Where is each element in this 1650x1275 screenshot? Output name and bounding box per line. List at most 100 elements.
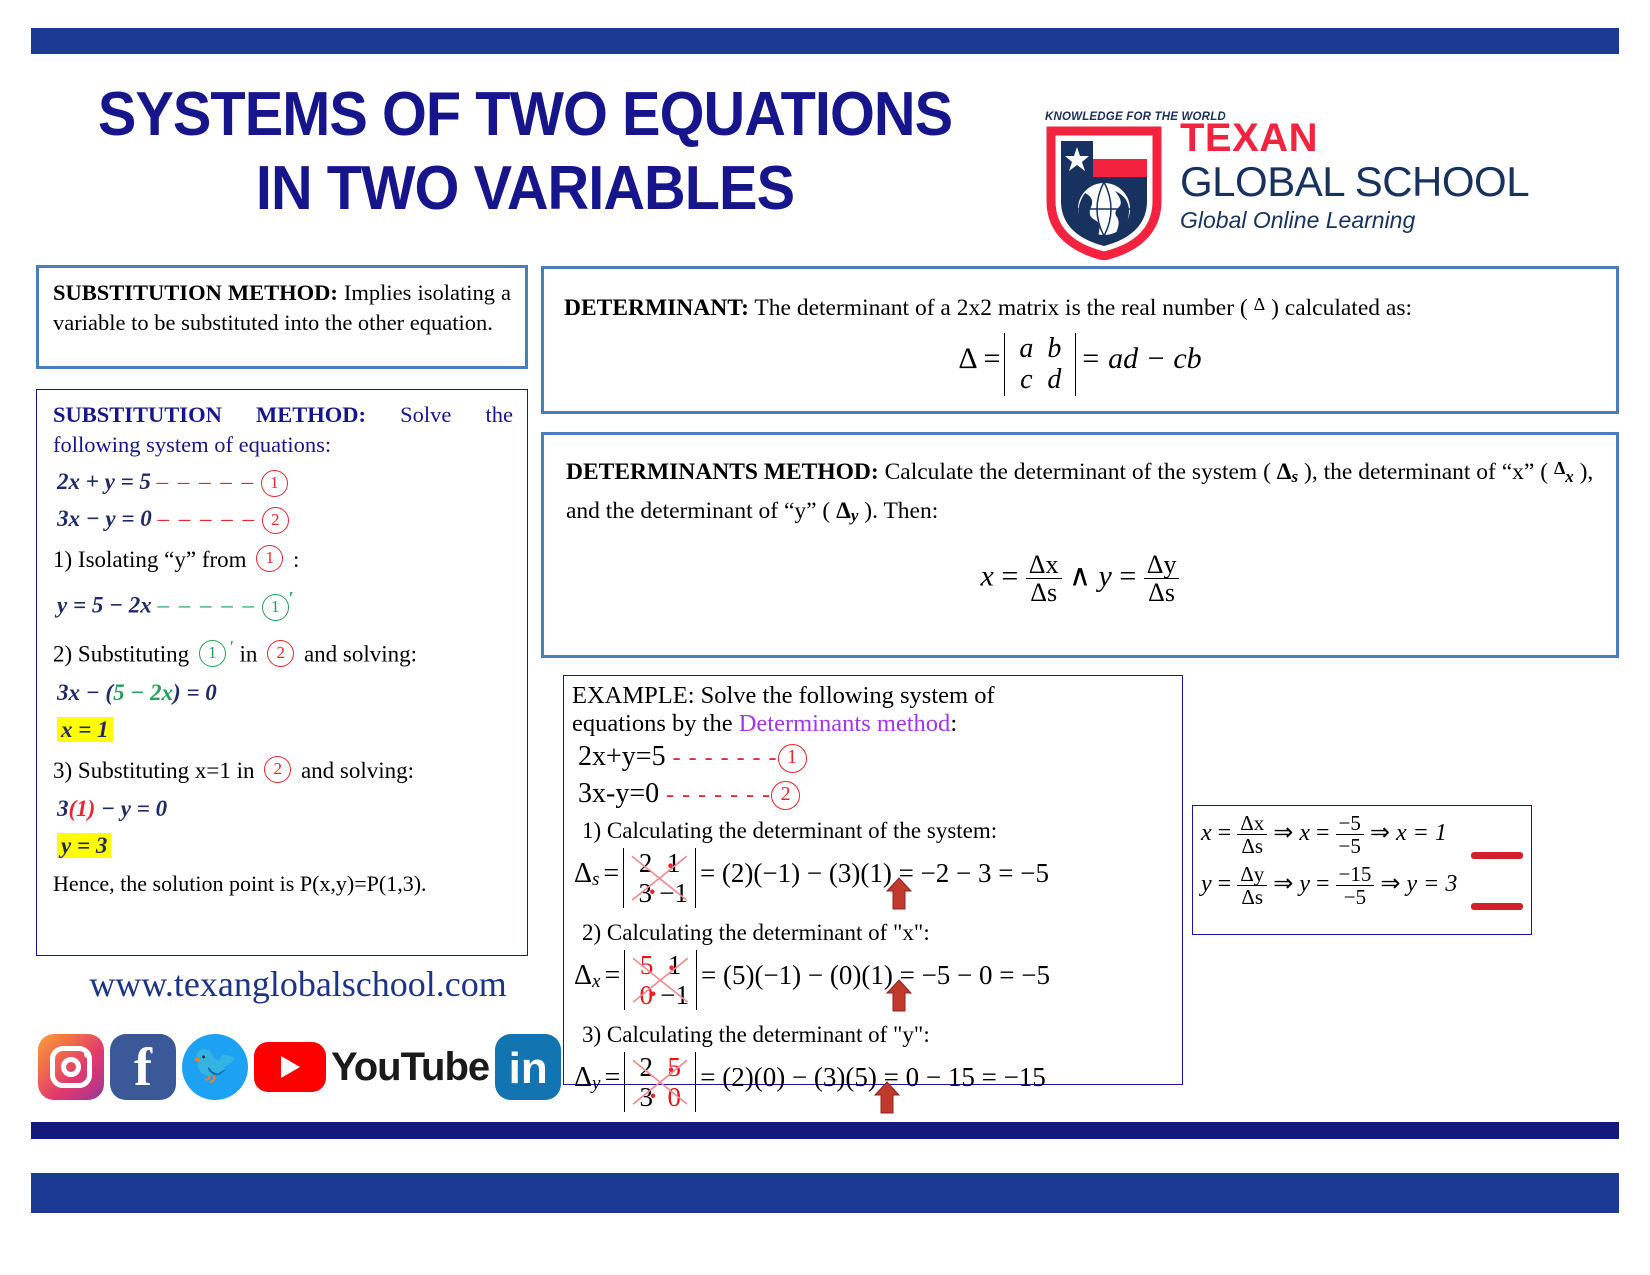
shield-icon <box>1045 125 1163 261</box>
page-title-line2: IN TWO VARIABLES <box>255 154 795 223</box>
dash-connector-green: – – – – – <box>157 593 257 619</box>
example-heading-line2a: equations by the <box>572 710 739 737</box>
instagram-lens <box>61 1057 81 1077</box>
fraction-x-denominator: Δs <box>1030 578 1058 608</box>
result-x-num-value: −5 <box>1335 812 1364 836</box>
dx-cell-11: −1 <box>660 980 689 1011</box>
dash-connector-red: – – – – – <box>157 506 257 532</box>
determinant-formula-lhs: Δ = <box>958 342 1001 376</box>
school-logo: KNOWLEDGE FOR THE WORLD TEXAN GLOBAL SCH… <box>1025 95 1585 261</box>
result-x-var-2: x <box>1299 820 1310 847</box>
step-1-text: 1) Isolating “y” from <box>53 547 247 573</box>
step-2-reference-tag-1: 1 <box>198 639 226 667</box>
facebook-icon[interactable]: f <box>110 1034 176 1100</box>
delta-x-subscript: x <box>1565 467 1574 486</box>
substitution-equation-2: 3x − y = 0 – – – – – 2 <box>57 504 513 535</box>
cramer-formula: x = Δx Δs ∧ y = Δy Δs <box>566 551 1594 607</box>
matrix-cell-c: c <box>1020 364 1033 396</box>
twitter-icon[interactable]: 🐦 <box>182 1034 248 1100</box>
dy-cell-10: 3 <box>639 1082 654 1113</box>
result-row-x: x = Δx Δs ⇒ x = −5 −5 ⇒ x = 1 <box>1201 812 1527 860</box>
equation-2-lhs: 3x − y = 0 <box>57 506 152 532</box>
dx-matrix: 51 0 −1 <box>624 950 697 1011</box>
substitution-definition-box: SUBSTITUTION METHOD: Implies isolating a… <box>36 265 528 369</box>
step-3-text-b: and solving: <box>300 757 415 783</box>
example-calc-ds: Δs = 21 3 −1 = (2)(−1) − (3)(1) = −2 − 3 … <box>574 848 1049 910</box>
determinant-definition-body-a: The determinant of a 2x2 matrix is the r… <box>748 295 1254 321</box>
example-eq2-tag: 2 <box>771 781 801 811</box>
example-box: EXAMPLE: Solve the following system of e… <box>563 675 1183 1114</box>
website-url[interactable]: www.texanglobalschool.com <box>48 963 548 1005</box>
bottom-accent-bar-thick <box>31 1173 1619 1213</box>
determinant-definition-text: DETERMINANT: The determinant of a 2x2 ma… <box>564 287 1596 325</box>
example-step-2: 2) Calculating the determinant of "x": <box>582 920 930 945</box>
result-fraction-y: Δy Δs <box>1237 863 1268 908</box>
linkedin-icon[interactable]: in <box>495 1034 562 1100</box>
fraction-y-denominator: Δs <box>1148 578 1176 608</box>
dm-text-a: Calculate the determinant of the system … <box>878 459 1277 485</box>
equation-tag-1: 1 <box>260 470 288 498</box>
result-y-underline <box>1471 903 1523 911</box>
substitution-result-x-row: x = 1 <box>57 715 513 745</box>
result-fraction-y-values: −15 −5 <box>1335 863 1375 910</box>
fraction-y: Δy Δs <box>1143 551 1180 608</box>
dash-connector-red: - - - - - - - <box>672 745 778 771</box>
social-links: f 🐦 YouTube in <box>38 1034 562 1100</box>
step-2-reference-tag-2: 2 <box>267 639 295 667</box>
page-title: SYSTEMS OF TWO EQUATIONS IN TWO VARIABLE… <box>79 78 972 226</box>
substitution-step-1: 1) Isolating “y” from 1 : <box>53 544 513 576</box>
linkedin-glyph: in <box>508 1044 548 1093</box>
logo-name-bottom: GLOBAL SCHOOL <box>1180 158 1530 205</box>
logical-and: ∧ <box>1069 559 1091 593</box>
dash-connector-red: - - - - - - - <box>666 782 772 808</box>
result-y-den-value: −5 <box>1343 885 1367 910</box>
prime-mark: ′ <box>288 588 294 609</box>
substitution-substituted-equation: 3x − (5 − 2x) = 0 <box>57 679 217 705</box>
youtube-icon[interactable]: YouTube <box>254 1042 490 1092</box>
ds-cell-00: 2 <box>638 848 653 878</box>
determinants-method-box: DETERMINANTS METHOD: Calculate the deter… <box>541 432 1619 658</box>
page-title-line1: SYSTEMS OF TWO EQUATIONS <box>97 80 953 149</box>
substitution-substituted-equation-2: 3(1) − y = 0 <box>57 794 513 824</box>
ds-cell-10: 3 <box>638 878 652 909</box>
dx-expression: = (5)(−1) − (0)(1) = −5 − 0 = −5 <box>700 959 1050 990</box>
delta-y-symbol: Δ <box>836 498 851 524</box>
youtube-badge <box>254 1042 326 1092</box>
substitution-step-2: 2) Substituting 1 ′ in 2 and solving: <box>53 631 513 671</box>
eq-sub2-suffix: − y = 0 <box>95 795 168 821</box>
implies-arrow: ⇒ <box>1369 820 1390 847</box>
example-heading: EXAMPLE: Solve the following system of e… <box>572 682 1174 738</box>
logo-wordmark: TEXAN GLOBAL SCHOOL Global Online Learni… <box>1180 117 1530 235</box>
dm-text-b: ), the determinant of “x” ( <box>1298 459 1554 485</box>
bottom-accent-bar-thin <box>31 1122 1619 1139</box>
determinant-definition-box: DETERMINANT: The determinant of a 2x2 ma… <box>541 266 1619 414</box>
dx-subscript: x <box>592 970 601 992</box>
determinant-definition-label: DETERMINANT: <box>564 295 749 321</box>
instagram-dot <box>84 1051 91 1058</box>
substitution-conclusion: Hence, the solution point is P(x,y)=P(1,… <box>53 870 427 896</box>
dm-text-d: ). Then: <box>858 498 939 524</box>
example-eq2-text: 3x-y=0 <box>578 778 660 809</box>
step-3-reference-tag: 2 <box>264 755 292 783</box>
example-eq1-text: 2x+y=5 <box>578 741 666 772</box>
formula-x-var: x <box>980 559 994 593</box>
result-x-underline <box>1471 852 1523 860</box>
dx-cell-01: 1 <box>667 950 682 980</box>
instagram-icon[interactable] <box>38 1034 104 1100</box>
dy-cell-01: 5 <box>667 1052 682 1082</box>
example-equation-2: 3x-y=0 - - - - - - -2 <box>578 777 1174 812</box>
eq-sub2-red-value: (1) <box>68 795 96 821</box>
dy-cell-00: 2 <box>639 1052 654 1082</box>
result-y-highlighted: y = 3 <box>57 832 112 858</box>
top-accent-bar <box>31 28 1619 54</box>
result-x-highlighted: x = 1 <box>57 716 113 742</box>
example-heading-colon: : <box>950 710 958 737</box>
equation-tag-2: 2 <box>261 507 289 535</box>
fraction-x: Δx Δs <box>1025 551 1062 608</box>
substitution-example-box: SUBSTITUTION METHOD: Solve the following… <box>36 389 528 956</box>
play-icon <box>281 1056 300 1078</box>
equation-tag-1-prime: 1 <box>261 594 289 622</box>
dx-label: Δ <box>574 959 593 991</box>
determinant-generic-matrix: ab cd <box>1004 333 1077 396</box>
substitution-result-y-row: y = 3 <box>57 831 513 861</box>
